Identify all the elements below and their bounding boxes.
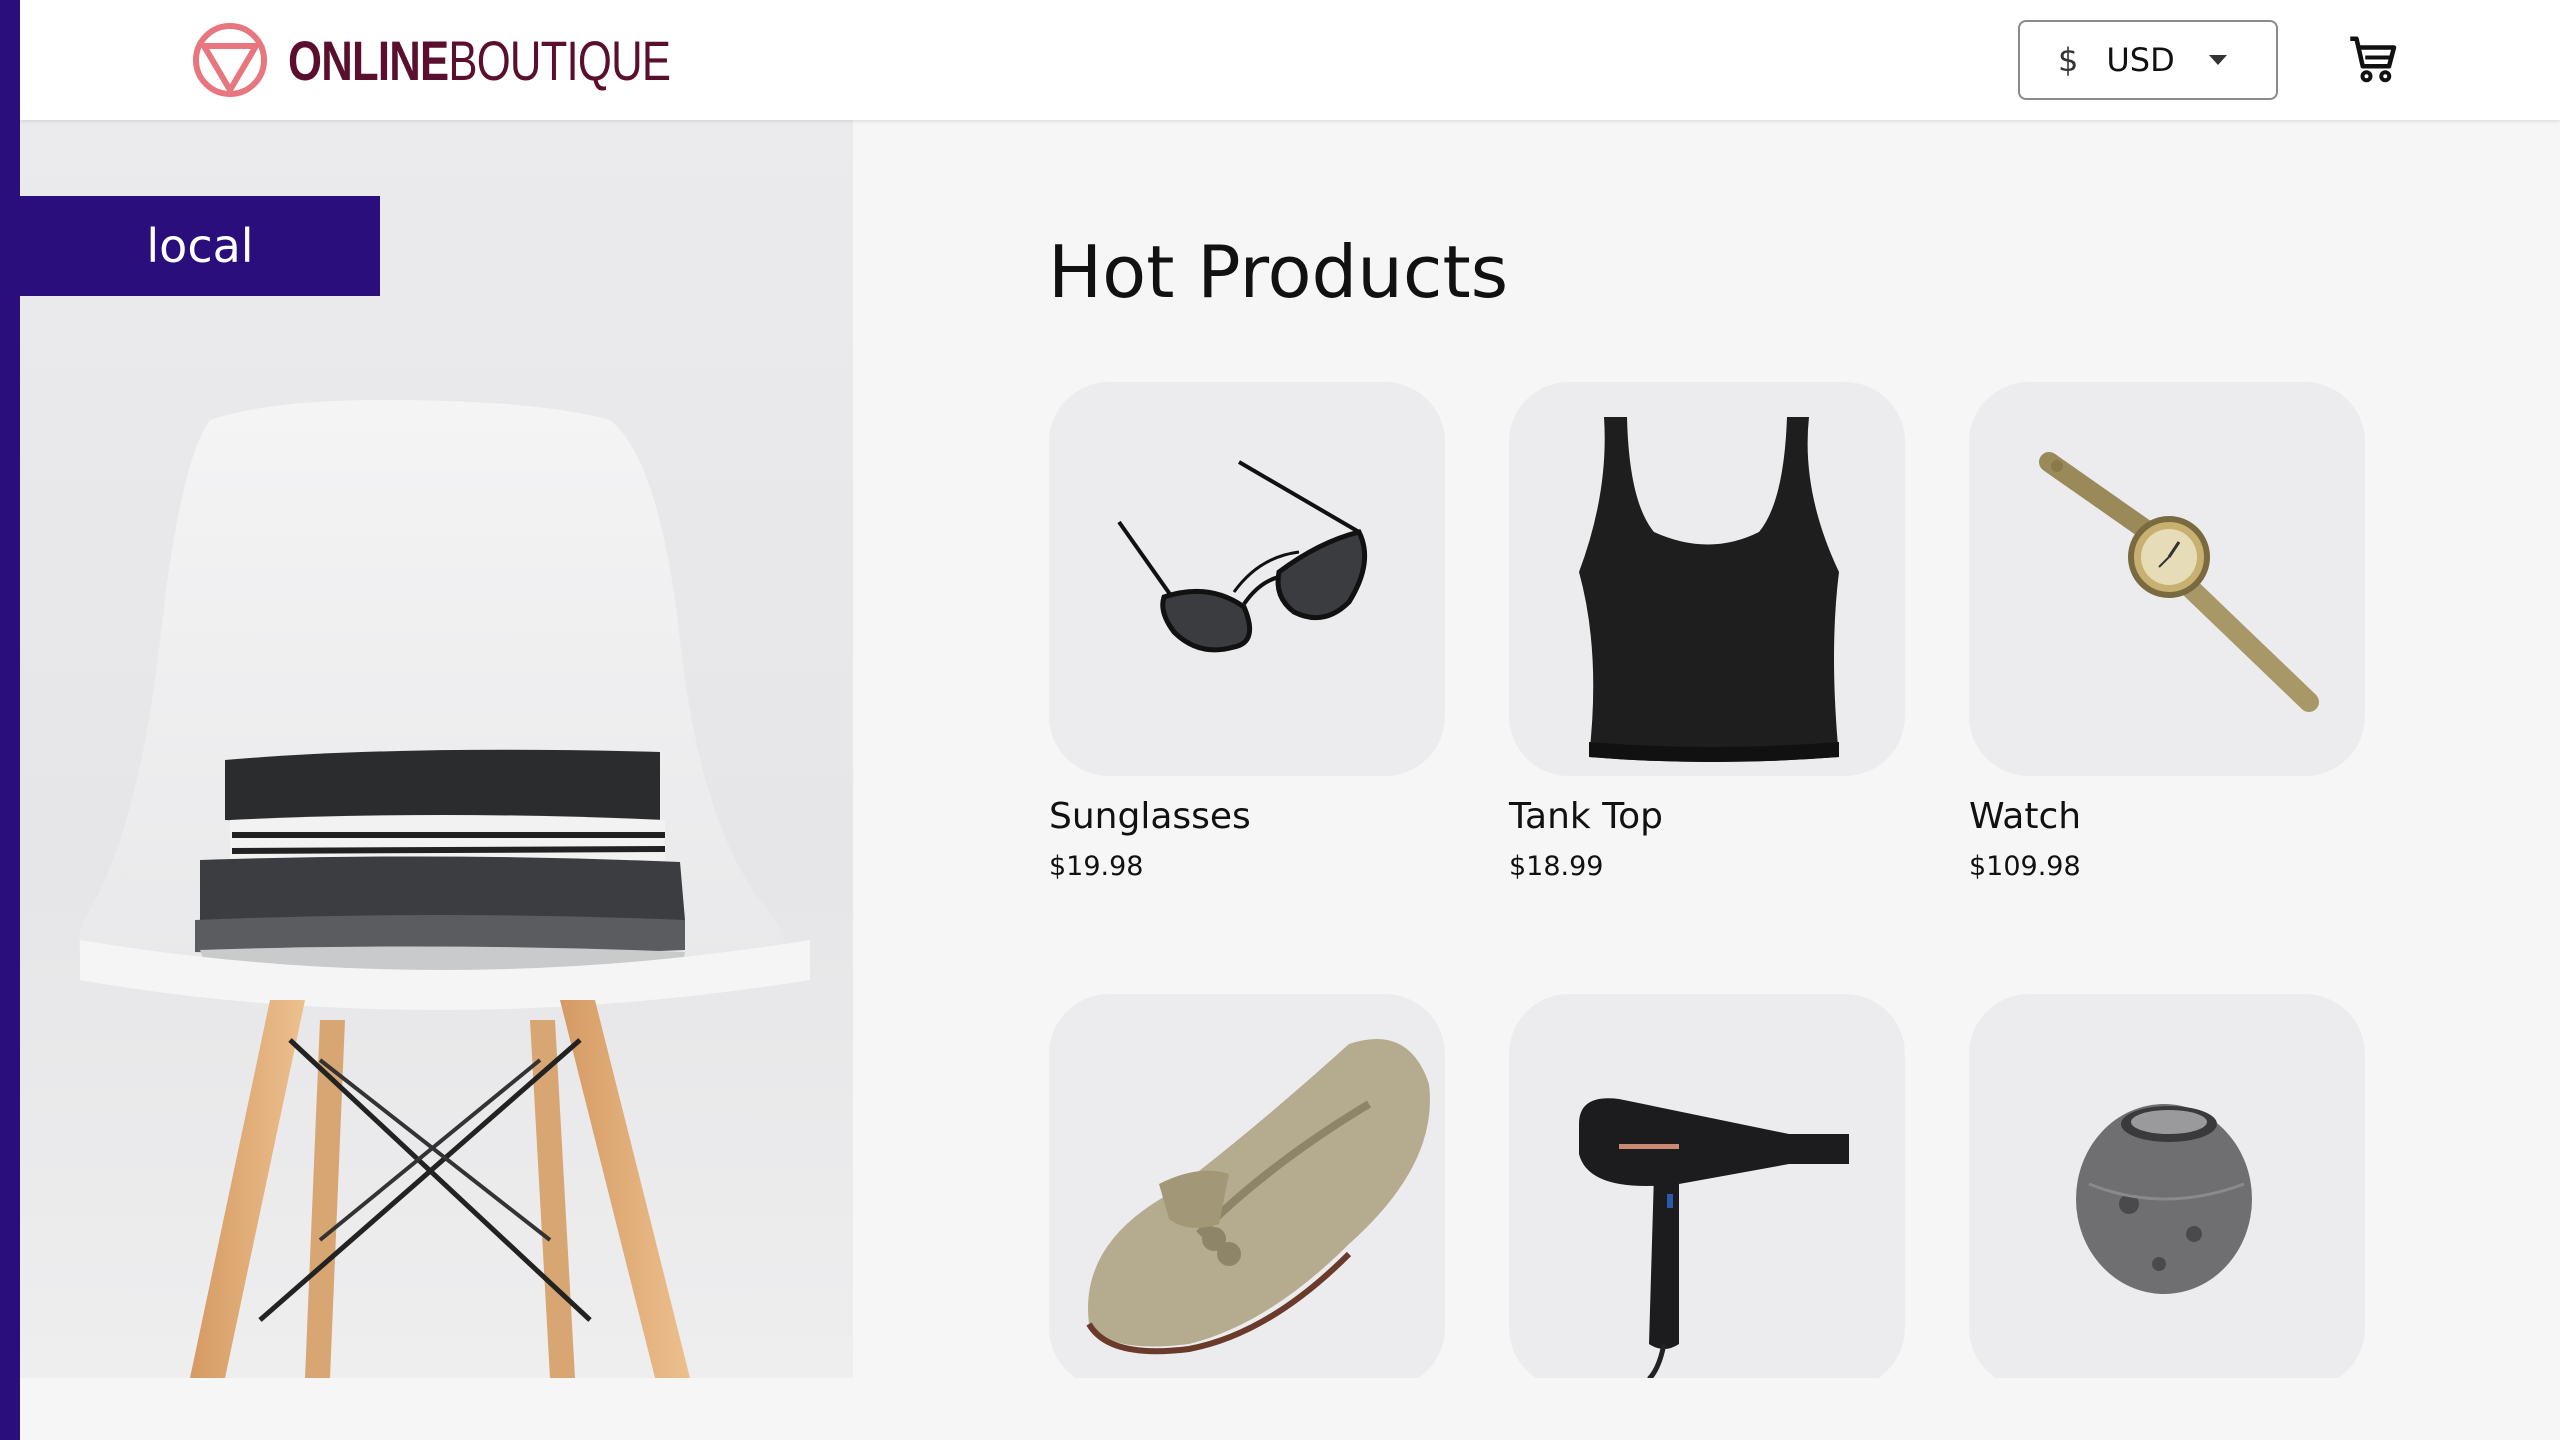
candle-holder-image[interactable] [1969,994,2365,1378]
environment-badge: local [20,196,380,296]
hairdryer-image[interactable] [1509,994,1905,1378]
product-price: $109.98 [1969,851,2081,882]
currency-symbol: $ [2058,41,2079,79]
product-card[interactable] [1049,994,1445,1378]
footer-area [20,1378,2560,1440]
product-card[interactable]: Tank Top $18.99 [1509,382,1905,882]
product-name[interactable]: Watch [1969,796,2365,837]
page-title: Hot Products [1048,230,1509,314]
product-name[interactable]: Tank Top [1509,796,1905,837]
product-price: $18.99 [1509,851,1604,882]
product-card[interactable] [1969,994,2365,1378]
product-card[interactable] [1509,994,1905,1378]
product-price: $19.98 [1049,851,1144,882]
top-header: ONLINEBOUTIQUE $ USD [20,0,2560,120]
product-card[interactable]: Watch $109.98 [1969,382,2365,882]
main-content: Hot Products Sunglasses $19.98 Tank Top … [853,120,2560,1378]
product-card[interactable]: Sunglasses $19.98 [1049,382,1445,882]
watch-image[interactable] [1969,382,2365,776]
hero-banner [20,120,853,1378]
logo-text: ONLINEBOUTIQUE [288,28,671,93]
chevron-down-icon [2208,55,2227,65]
sunglasses-image[interactable] [1049,382,1445,776]
cart-icon[interactable] [2344,30,2404,90]
side-accent-strip [0,0,20,1440]
logo-text-light: BOUTIQUE [448,28,671,92]
tank-top-image[interactable] [1509,382,1905,776]
logo-icon [193,23,267,97]
loafers-image[interactable] [1049,994,1445,1378]
logo-text-bold: ONLINE [288,28,449,92]
currency-code: USD [2106,41,2175,79]
chair-with-clothes-image [78,400,810,1378]
product-name[interactable]: Sunglasses [1049,796,1445,837]
logo[interactable]: ONLINEBOUTIQUE [190,18,778,102]
currency-select[interactable]: $ USD [2018,20,2278,100]
